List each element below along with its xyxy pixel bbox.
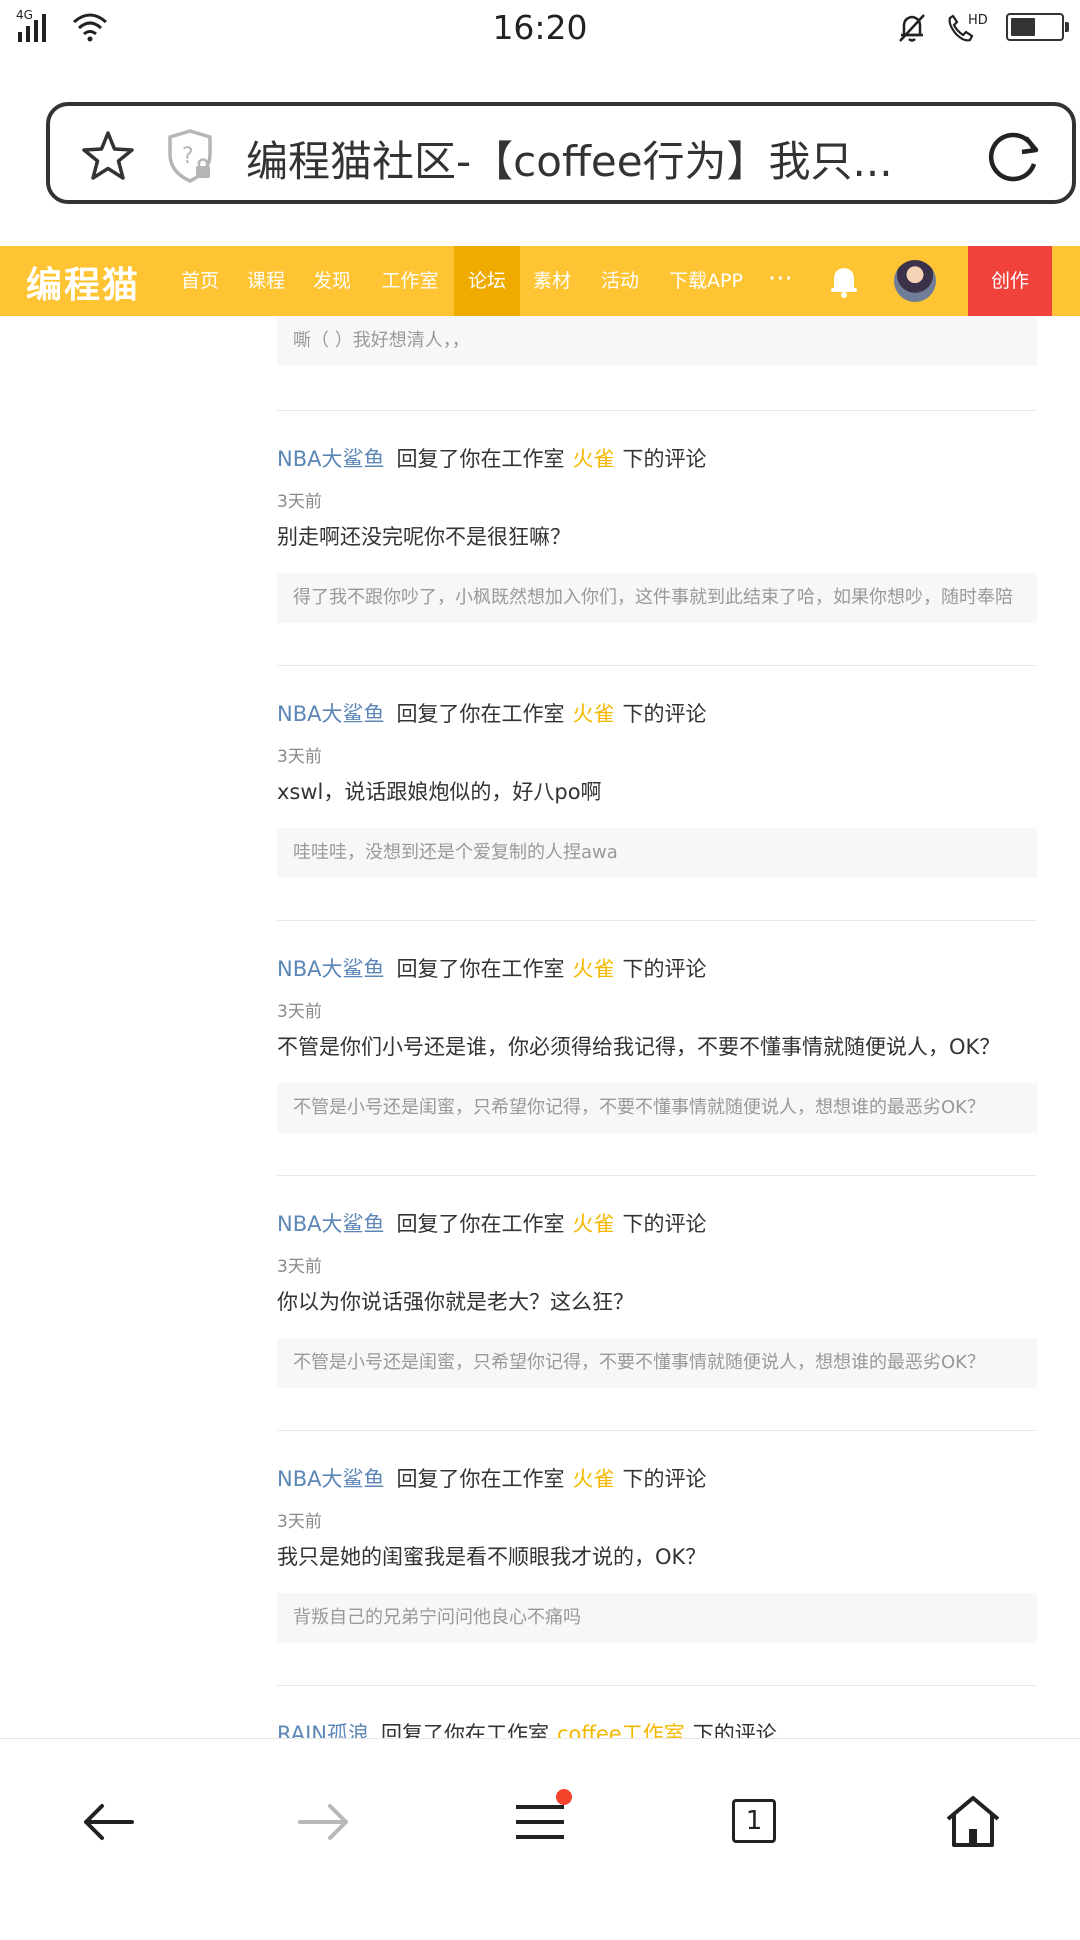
- quoted-comment[interactable]: 不管是小号还是闺蜜，只希望你记得，不要不懂事情就随便说人，想想谁的最恶劣OK？: [277, 1083, 1037, 1133]
- nav-item-forum[interactable]: 论坛: [454, 246, 520, 316]
- user-link[interactable]: NBA大鲨鱼: [277, 1467, 384, 1491]
- nav-item-studio[interactable]: 工作室: [370, 246, 450, 316]
- tab-count-button[interactable]: 1: [732, 1799, 776, 1843]
- studio-link[interactable]: 火雀: [572, 702, 614, 726]
- notification-item: NBA大鲨鱼 回复了你在工作室 火雀 下的评论 3天前 xswl，说话跟娘炮似的，好八po…: [277, 666, 1037, 920]
- mute-bell-icon: [899, 14, 925, 42]
- notification-item: NBA大鲨鱼 回复了你在工作室 火雀 下的评论 3天前别走啊还没完呢你不是很狂嘛？ 得了我…: [277, 411, 1037, 665]
- address-bar[interactable]: ? 编程猫社区-【coffee行为】我只...: [46, 102, 1076, 204]
- browser-bottom-bar: 1: [0, 1738, 1080, 1921]
- user-link[interactable]: NBA大鲨鱼: [277, 957, 384, 981]
- menu-icon[interactable]: [514, 1799, 566, 1845]
- reply-message[interactable]: xswl，说话跟娘炮似的，好八po啊: [277, 776, 602, 806]
- notification-item: NBA大鲨鱼 回复了你在工作室 火雀 下的评论 3天前你以为你说话强你就是老大？这么狂？…: [277, 1176, 1037, 1430]
- studio-link[interactable]: 火雀: [572, 1467, 614, 1491]
- notification-bell-icon[interactable]: [830, 264, 858, 298]
- battery-level: [1011, 18, 1035, 36]
- notification-item: NBA大鲨鱼 回复了你在工作室 火雀 下的评论 3天前我只是她的闺蜜我是看不顺眼我才说的…: [277, 1431, 1037, 1685]
- quoted-comment[interactable]: 不管是小号还是闺蜜，只希望你记得，不要不懂事情就随便说人，想想谁的最恶劣OK？: [277, 1338, 1037, 1388]
- nav-item-home[interactable]: 首页: [170, 246, 230, 316]
- page-title-url[interactable]: 编程猫社区-【coffee行为】我只...: [246, 128, 896, 189]
- site-logo[interactable]: 编程猫: [26, 256, 140, 308]
- quoted-comment[interactable]: 哇哇哇，没想到还是个爱复制的人捏awa: [277, 828, 1037, 878]
- studio-link[interactable]: 火雀: [572, 957, 614, 981]
- notification-header: NBA大鲨鱼 回复了你在工作室 火雀 下的评论: [277, 443, 706, 473]
- action-text: 回复了你在工作室: [396, 702, 565, 726]
- action-text: 回复了你在工作室: [396, 447, 565, 471]
- back-arrow-icon[interactable]: [80, 1799, 136, 1845]
- nav-item-discover[interactable]: 发现: [302, 246, 362, 316]
- action-text: 回复了你在工作室: [396, 1467, 565, 1491]
- svg-text:HD: HD: [968, 13, 988, 28]
- security-shield-icon[interactable]: ?: [166, 128, 216, 184]
- reply-message[interactable]: 别走啊还没完呢你不是很狂嘛？: [277, 521, 571, 551]
- notification-dot: [556, 1789, 572, 1805]
- status-icons: HD: [896, 10, 1069, 44]
- notification-item: NBA大鲨鱼 回复了你在工作室 火雀 下的评论 3天前不管是你们小号还是谁，你必须得给我…: [277, 921, 1037, 1175]
- action-text: 回复了你在工作室: [396, 1212, 565, 1236]
- reply-message[interactable]: 不管是你们小号还是谁，你必须得给我记得，不要不懂事情就随便说人，OK？: [277, 1031, 1000, 1061]
- refresh-icon[interactable]: [986, 128, 1042, 184]
- suffix-text: 下的评论: [622, 1467, 707, 1491]
- studio-link[interactable]: 火雀: [572, 447, 614, 471]
- nav-item-download-app[interactable]: 下载APP: [660, 246, 752, 316]
- quoted-comment[interactable]: 得了我不跟你吵了，小枫既然想加入你们，这件事就到此结束了哈，如果你想吵，随时奉陪: [277, 573, 1037, 623]
- star-bookmark-icon[interactable]: [80, 130, 136, 182]
- quoted-comment: 嘶（ ）我好想清人，，: [277, 316, 1037, 366]
- nav-more-button[interactable]: ···: [768, 246, 793, 312]
- notification-header: NBA大鲨鱼 回复了你在工作室 火雀 下的评论: [277, 953, 706, 983]
- notification-header: NBA大鲨鱼 回复了你在工作室 火雀 下的评论: [277, 1208, 706, 1238]
- nav-item-events[interactable]: 活动: [588, 246, 652, 316]
- quoted-comment[interactable]: 背叛自己的兄弟宁问问他良心不痛吗: [277, 1593, 1037, 1643]
- timestamp: 3天前: [277, 492, 322, 512]
- suffix-text: 下的评论: [622, 702, 707, 726]
- home-icon[interactable]: [944, 1795, 1002, 1849]
- nav-item-courses[interactable]: 课程: [236, 246, 296, 316]
- timestamp: 3天前: [277, 1512, 322, 1532]
- timestamp: 3天前: [277, 1002, 322, 1022]
- nav-item-materials[interactable]: 素材: [522, 246, 582, 316]
- studio-link[interactable]: 火雀: [572, 1212, 614, 1236]
- notification-header: NBA大鲨鱼 回复了你在工作室 火雀 下的评论: [277, 698, 706, 728]
- svg-text:?: ?: [182, 144, 194, 169]
- battery-icon: [1006, 13, 1069, 41]
- user-link[interactable]: NBA大鲨鱼: [277, 1212, 384, 1236]
- menu-button[interactable]: [514, 1789, 572, 1849]
- notification-feed: 嘶（ ）我好想清人，， NBA大鲨鱼 回复了你在工作室 火雀 下的评论 3天前 别走啊还没…: [277, 316, 1037, 1940]
- timestamp: 3天前: [277, 747, 322, 767]
- user-avatar[interactable]: [894, 260, 936, 302]
- reply-message[interactable]: 我只是她的闺蜜我是看不顺眼我才说的，OK？: [277, 1541, 706, 1571]
- notification-header: NBA大鲨鱼 回复了你在工作室 火雀 下的评论: [277, 1463, 706, 1493]
- hd-call-icon: HD: [948, 13, 988, 42]
- suffix-text: 下的评论: [622, 957, 707, 981]
- timestamp: 3天前: [277, 1257, 322, 1277]
- reply-message[interactable]: 你以为你说话强你就是老大？这么狂？: [277, 1286, 634, 1316]
- user-link[interactable]: NBA大鲨鱼: [277, 702, 384, 726]
- user-link[interactable]: NBA大鲨鱼: [277, 447, 384, 471]
- site-navbar: 编程猫 首页 课程 发现 工作室 论坛 素材 活动 下载APP ··· 创作: [0, 246, 1080, 316]
- create-button[interactable]: 创作: [968, 246, 1052, 316]
- status-bar: 4G 16:20 HD: [0, 0, 1080, 60]
- suffix-text: 下的评论: [622, 447, 707, 471]
- suffix-text: 下的评论: [622, 1212, 707, 1236]
- action-text: 回复了你在工作室: [396, 957, 565, 981]
- forward-arrow-icon[interactable]: [296, 1799, 352, 1845]
